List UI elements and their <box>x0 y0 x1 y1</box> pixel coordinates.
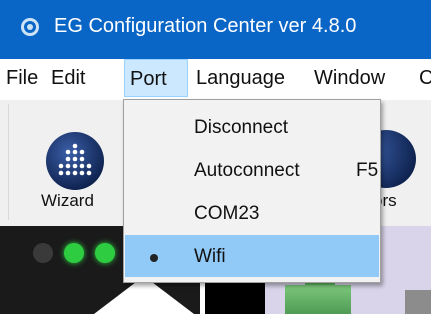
menu-item-label: COM23 <box>194 203 260 224</box>
menu-item-disconnect[interactable]: Disconnect <box>125 106 379 148</box>
menu-port[interactable]: Port <box>124 59 188 97</box>
status-led-green <box>64 243 84 263</box>
menu-item-label: Wifi <box>194 246 226 267</box>
menu-item-label: Autoconnect <box>194 160 300 181</box>
wizard-icon[interactable] <box>44 130 106 192</box>
app-logo-icon <box>21 18 39 36</box>
port-menu-dropdown: Disconnect Autoconnect F5 COM23 Wifi <box>123 99 381 283</box>
menu-file[interactable]: File <box>6 59 38 97</box>
side-block <box>405 290 431 314</box>
title-bar: EG Configuration Center ver 4.8.0 <box>0 0 431 59</box>
menu-item-shortcut: F5 <box>356 160 379 181</box>
status-led-green-2 <box>95 243 115 263</box>
device-body <box>285 285 351 314</box>
menu-window[interactable]: Window <box>314 59 385 97</box>
menu-item-com23[interactable]: COM23 <box>125 192 379 234</box>
menu-edit[interactable]: Edit <box>51 59 85 97</box>
sensors-icon[interactable] <box>380 128 420 190</box>
status-led-off <box>33 243 53 263</box>
menu-item-label: Disconnect <box>194 117 288 138</box>
radio-bullet-icon <box>150 254 158 262</box>
menu-item-autoconnect[interactable]: Autoconnect F5 <box>125 149 379 191</box>
window-title: EG Configuration Center ver 4.8.0 <box>54 15 357 37</box>
menu-item-wifi[interactable]: Wifi <box>125 235 379 277</box>
menu-language[interactable]: Language <box>196 59 285 97</box>
menu-truncated[interactable]: C <box>419 59 431 97</box>
wizard-button-label[interactable]: Wizard <box>41 191 94 211</box>
menu-bar: File Edit Port Language Window C <box>0 59 431 101</box>
toolbar-grip <box>8 104 9 220</box>
